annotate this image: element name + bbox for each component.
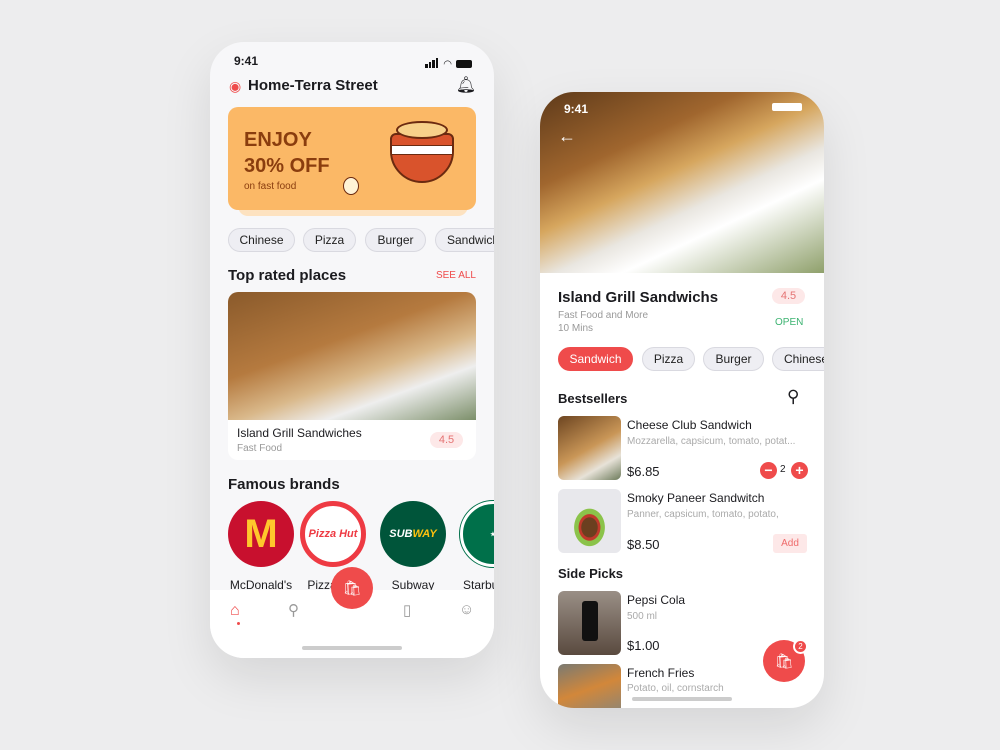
cheese-club-photo <box>558 416 621 480</box>
side-picks-title: Side Picks <box>558 566 624 581</box>
rating-badge: 4.5 <box>430 432 463 448</box>
item-desc: Panner, capsicum, tomato, potato, <box>627 509 779 520</box>
pepsi-photo <box>558 591 621 655</box>
chip-sandwich[interactable]: Sandwich <box>558 347 633 371</box>
chip-pizza[interactable]: Pizza <box>303 228 356 252</box>
signal-icon <box>425 55 439 73</box>
item-name: Smoky Paneer Sandwitch <box>627 491 765 505</box>
cart-icon: 🛍︎ <box>342 580 362 597</box>
restaurant-hero-photo <box>540 92 824 273</box>
banner-line-2: 30% OFF <box>244 155 330 177</box>
chip-chinese[interactable]: Chinese <box>228 228 295 252</box>
rating-badge: 4.5 <box>772 288 805 304</box>
brand-logo-subway[interactable]: SUB WAY <box>380 501 446 567</box>
restaurant-screen: 9:41 ← Island Grill Sandwichs Fast Food … <box>540 92 824 708</box>
back-arrow-icon[interactable]: ← <box>558 126 576 147</box>
bookmark-icon[interactable]: ▯ <box>403 601 411 619</box>
location-label[interactable]: Home-Terra Street <box>248 77 378 94</box>
sandwich-photo <box>228 292 476 420</box>
brand-logo-pizza-hut[interactable]: Pizza Hut <box>300 501 366 567</box>
item-desc: 500 ml <box>627 611 658 622</box>
egg-illustration <box>343 177 359 195</box>
place-type: Fast Food <box>237 443 283 454</box>
brand-logo-mcdonalds[interactable]: M <box>228 501 294 567</box>
item-desc: Mozzarella, capsicum, tomato, potat... <box>627 436 796 447</box>
place-name: Island Grill Sandwiches <box>237 426 362 440</box>
item-price: $6.85 <box>627 464 660 479</box>
see-all-link[interactable]: SEE ALL <box>436 270 476 281</box>
active-dot <box>237 622 240 625</box>
location-pin-icon: ◉ <box>229 78 242 94</box>
cart-button[interactable]: 🛍︎ <box>331 567 373 609</box>
item-price: $1.00 <box>627 638 660 653</box>
chip-sandwich[interactable]: Sandwich <box>435 228 494 252</box>
chip-pizza[interactable]: Pizza <box>642 347 695 371</box>
wifi-icon: ◠ <box>443 58 452 70</box>
add-button[interactable]: Add <box>773 534 807 553</box>
increment-button[interactable]: + <box>791 462 808 479</box>
restaurant-eta: 10 Mins <box>558 323 594 334</box>
top-rated-card[interactable]: Island Grill Sandwiches Fast Food 4.5 <box>228 292 476 460</box>
status-icons: ◠ <box>425 55 472 73</box>
fries-photo <box>558 664 621 708</box>
home-indicator <box>302 646 402 650</box>
chip-burger[interactable]: Burger <box>703 347 764 371</box>
brand-logo-starbucks[interactable]: ★ <box>460 501 494 567</box>
status-time: 9:41 <box>564 102 589 116</box>
open-status: OPEN <box>775 317 804 328</box>
noodle-bowl-illustration <box>390 133 454 183</box>
banner-line-3: on fast food <box>244 181 297 192</box>
battery-icon <box>456 60 472 68</box>
battery-icon <box>772 103 802 111</box>
decrement-button[interactable]: − <box>760 462 777 479</box>
profile-icon[interactable]: ☺ <box>459 601 474 618</box>
search-icon[interactable]: ⚲ <box>288 601 299 619</box>
promo-banner[interactable]: ENJOY 30% OFF on fast food <box>228 107 476 210</box>
item-name: French Fries <box>627 666 695 680</box>
banner-line-1: ENJOY <box>244 129 312 151</box>
top-rated-title: Top rated places <box>228 267 347 284</box>
home-indicator <box>632 697 732 701</box>
item-name: Cheese Club Sandwich <box>627 418 752 432</box>
bestsellers-title: Bestsellers <box>558 391 628 406</box>
cart-icon: 🛍︎ <box>774 653 794 670</box>
home-icon[interactable]: ⌂ <box>230 602 240 620</box>
noodles-illustration <box>396 121 448 139</box>
search-icon[interactable]: ⚲ <box>787 387 799 407</box>
home-screen: 9:41 ◠ ◉ Home-Terra Street 🔔︎ ENJOY 30% … <box>210 42 494 658</box>
pepsi-can <box>582 601 598 641</box>
cart-count-badge: 2 <box>793 639 808 654</box>
chip-burger[interactable]: Burger <box>365 228 426 252</box>
famous-brands-title: Famous brands <box>228 476 340 493</box>
status-icons <box>772 103 802 111</box>
paneer-sandwich-photo <box>558 489 621 553</box>
item-desc: Potato, oil, cornstarch <box>627 683 724 694</box>
status-time: 9:41 <box>234 54 259 68</box>
item-price: $8.50 <box>627 537 660 552</box>
chip-chinese[interactable]: Chinese <box>772 347 824 371</box>
restaurant-name: Island Grill Sandwichs <box>558 289 719 306</box>
quantity-value: 2 <box>780 464 786 475</box>
bell-icon[interactable]: 🔔︎ <box>456 75 476 95</box>
item-name: Pepsi Cola <box>627 593 686 607</box>
restaurant-subtitle: Fast Food and More <box>558 310 649 321</box>
